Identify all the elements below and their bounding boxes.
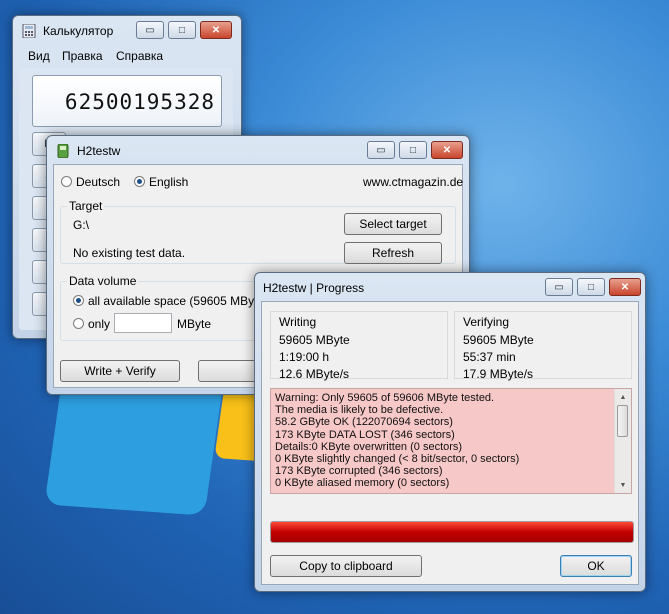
log-line: 0 KByte slightly changed (< 8 bit/sector… (275, 452, 520, 465)
progress-bar (270, 521, 634, 543)
result-log[interactable]: Warning: Only 59605 of 59606 MByte teste… (270, 388, 632, 494)
write-verify-button[interactable]: Write + Verify (60, 360, 180, 382)
all-space-label[interactable]: all available space (59605 MByte) (88, 294, 268, 308)
calculator-display-value: 62500195328 (64, 90, 215, 114)
only-mbyte-input[interactable] (114, 313, 172, 333)
close-icon: ✕ (211, 24, 221, 36)
log-line: 173 KByte corrupted (346 sectors) (275, 465, 443, 478)
calculator-maximize-button[interactable]: □ (168, 21, 196, 39)
minimize-icon: ▭ (145, 24, 155, 36)
copy-to-clipboard-button[interactable]: Copy to clipboard (270, 555, 422, 577)
progress-close-button[interactable]: ✕ (609, 278, 641, 296)
h2testw-close-button[interactable]: ✕ (431, 141, 463, 159)
progress-minimize-button[interactable]: ▭ (545, 278, 573, 296)
progress-client: Writing 59605 MByte 1:19:00 h 12.6 MByte… (261, 301, 639, 585)
maximize-icon: □ (587, 281, 595, 293)
all-space-radio[interactable] (73, 295, 84, 306)
target-groupbox: Target G:\ No existing test data. Select… (60, 199, 456, 264)
verifying-amount: 59605 MByte (463, 333, 534, 347)
verifying-panel: Verifying 59605 MByte 55:37 min 17.9 MBy… (454, 311, 632, 381)
only-radio[interactable] (73, 318, 84, 329)
language-english-radio[interactable] (134, 176, 145, 187)
h2testw-title: H2testw (77, 144, 121, 158)
progress-title: H2testw | Progress (263, 281, 365, 295)
progress-titlebar[interactable]: H2testw | Progress ▭ □ ✕ (255, 273, 645, 303)
menu-pravka[interactable]: Правка (62, 49, 103, 63)
verifying-speed: 17.9 MByte/s (463, 367, 534, 381)
menu-spravka[interactable]: Справка (116, 49, 163, 63)
log-line: Warning: Only 59605 of 59606 MByte teste… (275, 392, 495, 404)
website-link[interactable]: www.ctmagazin.de (363, 175, 463, 189)
target-path: G:\ (73, 218, 90, 232)
refresh-button[interactable]: Refresh (344, 242, 442, 264)
menu-vid[interactable]: Вид (28, 49, 50, 63)
writing-time: 1:19:00 h (279, 350, 330, 364)
calculator-titlebar[interactable]: Калькулятор ▭ □ ✕ (13, 16, 241, 46)
scroll-thumb[interactable] (617, 405, 628, 437)
h2testw-maximize-button[interactable]: □ (399, 141, 427, 159)
refresh-label: Refresh (371, 246, 415, 260)
writing-amount: 59605 MByte (279, 333, 350, 347)
select-target-button[interactable]: Select target (344, 213, 442, 235)
verifying-label: Verifying (463, 315, 510, 329)
progress-bar-fill (271, 522, 633, 542)
language-english-label[interactable]: English (149, 175, 188, 189)
ok-button[interactable]: OK (560, 555, 632, 577)
log-line: 58.2 GByte OK (122070694 sectors) (275, 416, 453, 429)
test-data-status: No existing test data. (73, 246, 186, 260)
scroll-up-icon[interactable]: ▲ (615, 389, 631, 405)
write-verify-label: Write + Verify (84, 364, 156, 378)
writing-speed: 12.6 MByte/s (279, 367, 350, 381)
maximize-icon: □ (409, 144, 417, 156)
log-line: 173 KByte DATA LOST (346 sectors) (275, 428, 455, 441)
calculator-icon (22, 24, 36, 38)
log-line: Details:0 KByte overwritten (0 sectors) (275, 440, 463, 453)
select-target-label: Select target (359, 217, 427, 231)
calculator-minimize-button[interactable]: ▭ (136, 21, 164, 39)
log-line: The media is likely to be defective. (275, 404, 444, 417)
ok-label: OK (587, 559, 605, 573)
calculator-display: 62500195328 (32, 75, 222, 127)
language-deutsch-label[interactable]: Deutsch (76, 175, 120, 189)
h2testw-app-icon (57, 144, 69, 158)
writing-panel: Writing 59605 MByte 1:19:00 h 12.6 MByte… (270, 311, 448, 381)
scroll-down-icon[interactable]: ▼ (615, 477, 631, 493)
target-legend: Target (67, 199, 105, 213)
only-label[interactable]: only (88, 317, 110, 331)
log-scrollbar[interactable]: ▲ ▼ (614, 389, 631, 493)
copy-to-clipboard-label: Copy to clipboard (299, 559, 393, 573)
log-line: 0 KByte aliased memory (0 sectors) (275, 477, 450, 490)
h2testw-minimize-button[interactable]: ▭ (367, 141, 395, 159)
writing-label: Writing (279, 315, 317, 329)
minimize-icon: ▭ (554, 281, 564, 293)
result-log-lines: Warning: Only 59605 of 59606 MByte teste… (271, 392, 631, 490)
calculator-close-button[interactable]: ✕ (200, 21, 232, 39)
mbyte-unit-label: MByte (177, 317, 212, 331)
close-icon: ✕ (620, 281, 630, 293)
verifying-time: 55:37 min (463, 350, 516, 364)
maximize-icon: □ (178, 24, 186, 36)
close-icon: ✕ (442, 144, 452, 156)
calculator-title: Калькулятор (43, 24, 114, 38)
language-deutsch-radio[interactable] (61, 176, 72, 187)
progress-window: H2testw | Progress ▭ □ ✕ Writing 59605 M… (254, 272, 646, 592)
data-volume-legend: Data volume (67, 274, 139, 288)
minimize-icon: ▭ (376, 144, 386, 156)
h2testw-titlebar[interactable]: H2testw ▭ □ ✕ (47, 136, 469, 166)
progress-maximize-button[interactable]: □ (577, 278, 605, 296)
